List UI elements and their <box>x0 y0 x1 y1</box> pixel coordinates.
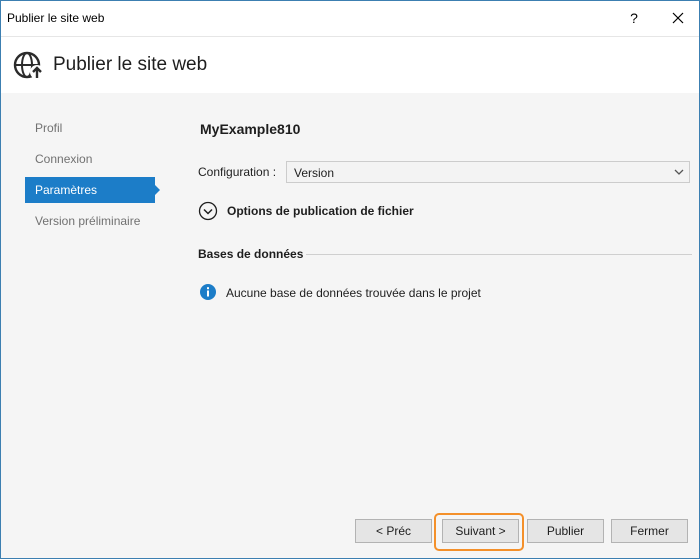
wizard-nav: Profil Connexion Paramètres Version prél… <box>25 115 165 239</box>
help-button[interactable]: ? <box>619 3 649 33</box>
section-divider <box>306 254 692 255</box>
globe-publish-icon <box>13 51 44 79</box>
chevron-down-icon <box>674 169 684 175</box>
file-publish-options-expander[interactable]: Options de publication de fichier <box>198 201 498 221</box>
profile-name: MyExample810 <box>200 121 301 137</box>
configuration-value: Version <box>294 166 335 180</box>
databases-section-title: Bases de données <box>198 247 304 261</box>
no-database-text: Aucune base de données trouvée dans le p… <box>226 286 481 300</box>
publish-button[interactable]: Publier <box>527 519 604 543</box>
next-button[interactable]: Suivant > <box>442 519 519 543</box>
configuration-dropdown[interactable]: Version <box>286 161 690 183</box>
page-title: Publier le site web <box>53 54 208 75</box>
expand-circle-icon <box>198 201 218 221</box>
nav-item-version-preliminaire[interactable]: Version préliminaire <box>25 208 155 234</box>
close-icon <box>672 12 684 24</box>
dialog-header: Publier le site web <box>1 36 699 93</box>
nav-item-profil[interactable]: Profil <box>25 115 155 141</box>
previous-button[interactable]: < Préc <box>355 519 432 543</box>
info-icon <box>200 284 216 300</box>
title-bar: Publier le site web ? <box>1 1 699 36</box>
nav-item-parametres[interactable]: Paramètres <box>25 177 160 203</box>
close-window-button[interactable] <box>661 3 695 33</box>
nav-item-connexion[interactable]: Connexion <box>25 146 155 172</box>
close-button[interactable]: Fermer <box>611 519 688 543</box>
file-publish-options-label: Options de publication de fichier <box>227 204 414 218</box>
publish-dialog: Publier le site web ? Publier le site we… <box>0 0 700 559</box>
dialog-body: Profil Connexion Paramètres Version prél… <box>1 93 699 558</box>
window-title: Publier le site web <box>7 11 105 25</box>
no-database-message: Aucune base de données trouvée dans le p… <box>200 284 600 302</box>
configuration-label: Configuration : <box>198 165 277 179</box>
